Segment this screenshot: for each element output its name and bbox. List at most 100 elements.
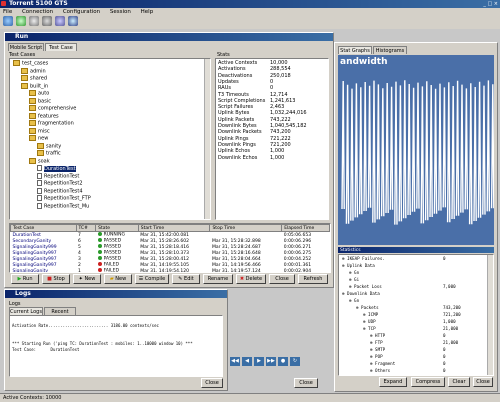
new-button[interactable]: ✦ New [73,274,101,284]
stat-tree-item[interactable]: ⊕ UDP [363,319,376,325]
stat-tree-item[interactable]: ⊕ Uplink Data [342,263,375,269]
compile-button[interactable]: ☰ Compile [135,274,169,284]
menu-help[interactable]: Help [141,9,154,15]
stat-tree-item[interactable]: ⊕ FTP [370,340,383,346]
tree-scrollbar[interactable] [204,59,210,219]
tab-test-case[interactable]: Test Case [45,43,77,51]
menu-configuration[interactable]: Configuration [63,9,100,15]
record-icon[interactable]: ● [278,357,288,366]
edit-button-label: Edit [184,276,194,282]
col-elapsed-time[interactable]: Elapsed Time [281,224,330,232]
log-output[interactable]: Activation Rate.........................… [9,315,223,377]
stat-tree-item[interactable]: ⊕ Downlink Data [342,291,380,297]
tree-item[interactable]: built_in [21,82,48,89]
next-icon[interactable]: ▶ [254,357,264,366]
connect-icon[interactable] [3,16,13,26]
run-window: Run Mobile Script Test Case Test Cases t… [4,32,334,288]
stat-tree-item[interactable]: ⊕ Packets [356,305,379,311]
edit-button[interactable]: ✎ Edit [172,274,200,284]
col-tc-number[interactable]: TC# [75,224,97,232]
tools-icon[interactable] [29,16,39,26]
folder-icon [21,75,28,81]
stat-tree-item[interactable]: ⊕ HTTP [370,333,385,339]
tree-item[interactable]: DurationTest [37,165,76,172]
tree-item[interactable]: new [29,135,48,142]
stat-tree-item[interactable]: ⊕ TCP [363,326,376,332]
tree-item[interactable]: soak [29,157,50,164]
folder-icon [29,97,36,104]
rename-button[interactable]: Rename [203,274,233,284]
refresh-button[interactable]: Refresh [298,274,328,284]
delete-button[interactable]: ✖ Delete [236,274,266,284]
col-stop-time[interactable]: Stop Time [209,224,283,232]
run-button[interactable]: ▶ Run [11,274,39,284]
tree-item[interactable]: RepetitionTest_FTP [37,195,91,202]
col-state[interactable]: State [95,224,139,232]
logs-close-button[interactable]: Close [201,378,223,388]
tab-stat-graphs[interactable]: Stat Graphs [338,46,372,54]
tree-item[interactable]: auto [29,90,49,97]
tab-recent-logs[interactable]: Recent Logs [44,307,76,323]
tree-item[interactable]: misc [29,127,50,134]
stat-tree-item[interactable]: ⊕ IKEAP Failures. [342,256,385,262]
network-icon[interactable] [55,16,65,26]
stat-tree-value: 743,200 [443,305,461,310]
tab-current-logs[interactable]: Current Logs [9,307,43,315]
new-folder-button[interactable]: ▰ New [104,274,132,284]
tree-item[interactable]: RepetitionTest_Mu [37,202,89,209]
table-row[interactable]: SignalingGanity 1 FAILED Mar 31, 14:19:54.1… [11,268,330,273]
menu-file[interactable]: File [3,9,12,15]
stat-tree-item[interactable]: ⊕ Gn [349,270,359,276]
close-button[interactable]: Close [269,274,295,284]
tree-item[interactable]: traffic [37,150,61,157]
run-icon[interactable] [16,16,26,26]
first-icon[interactable]: ◀◀ [230,357,240,366]
stop-button[interactable]: ■ Stop [42,274,70,284]
tree-item[interactable]: RepetitionTest4 [37,187,83,194]
close-stats-button[interactable]: Close [473,377,493,387]
col-test-case[interactable]: Test Case [10,224,77,232]
stat-tree-item[interactable]: ⊕ Packet Loss [349,284,382,290]
expand-button[interactable]: Expand [379,377,407,387]
document-icon [37,187,42,194]
col-start-time[interactable]: Start Time [137,224,211,232]
window-controls[interactable]: _ □ × [483,1,498,7]
bandwidth-graph [341,80,494,225]
tree-item[interactable]: test_cases [13,60,48,67]
tree-item[interactable]: fragmentation [29,120,74,127]
menu-connection[interactable]: Connection [22,9,53,15]
stat-tree-item[interactable]: ⊕ Others [370,368,390,374]
compress-button[interactable]: Compress [411,377,445,387]
tree-item[interactable]: basic [29,97,51,104]
tree-item[interactable]: admin [21,67,46,74]
last-icon[interactable]: ▶▶ [266,357,276,366]
start-cell: Mar 31, 14:19:54.120 [140,268,189,273]
monitor-icon[interactable] [68,16,78,26]
tree-item-label: comprehensive [38,105,77,112]
stat-tree-scrollbar[interactable] [487,255,493,375]
tree-item[interactable]: RepetitionTest2 [37,180,83,187]
middle-close-button[interactable]: Close [294,378,318,388]
statistics-tree[interactable]: ⊕ IKEAP Failures. 0 ⊕ Uplink Data ⊕ Gn ⊕ Gi ⊕… [338,254,494,376]
loop-icon[interactable]: ↻ [290,357,300,366]
stat-tree-item[interactable]: ⊕ SMTP [370,347,385,353]
tree-item[interactable]: sanity [37,142,61,149]
test-case-tree[interactable]: test_cases admin shared built_in auto basic co… [9,58,211,220]
tree-item[interactable]: comprehensive [29,105,77,112]
clear-button[interactable]: Clear [448,377,470,387]
stat-tree-item[interactable]: ⊕ Fragment [370,361,395,367]
tree-item[interactable]: features [29,112,59,119]
stat-tree-item[interactable]: ⊕ Gi [349,277,359,283]
stat-tree-item[interactable]: ⊕ POP [370,354,383,360]
stat-tree-item[interactable]: ⊕ ICMP [363,312,378,318]
test-run-table[interactable]: Test Case TC# State Start Time Stop Time… [9,223,331,273]
tree-item[interactable]: shared [21,75,47,82]
stat-tree-item[interactable]: ⊕ Gn [349,298,359,304]
tab-mobile-script[interactable]: Mobile Script [8,43,44,51]
menu-session[interactable]: Session [110,9,131,15]
tab-histograms[interactable]: Histograms [373,46,407,54]
stat-value: 743,200 [270,129,291,136]
settings-icon[interactable] [42,16,52,26]
tree-item[interactable]: RepetitionTest [37,172,79,179]
prev-icon[interactable]: ◀ [242,357,252,366]
